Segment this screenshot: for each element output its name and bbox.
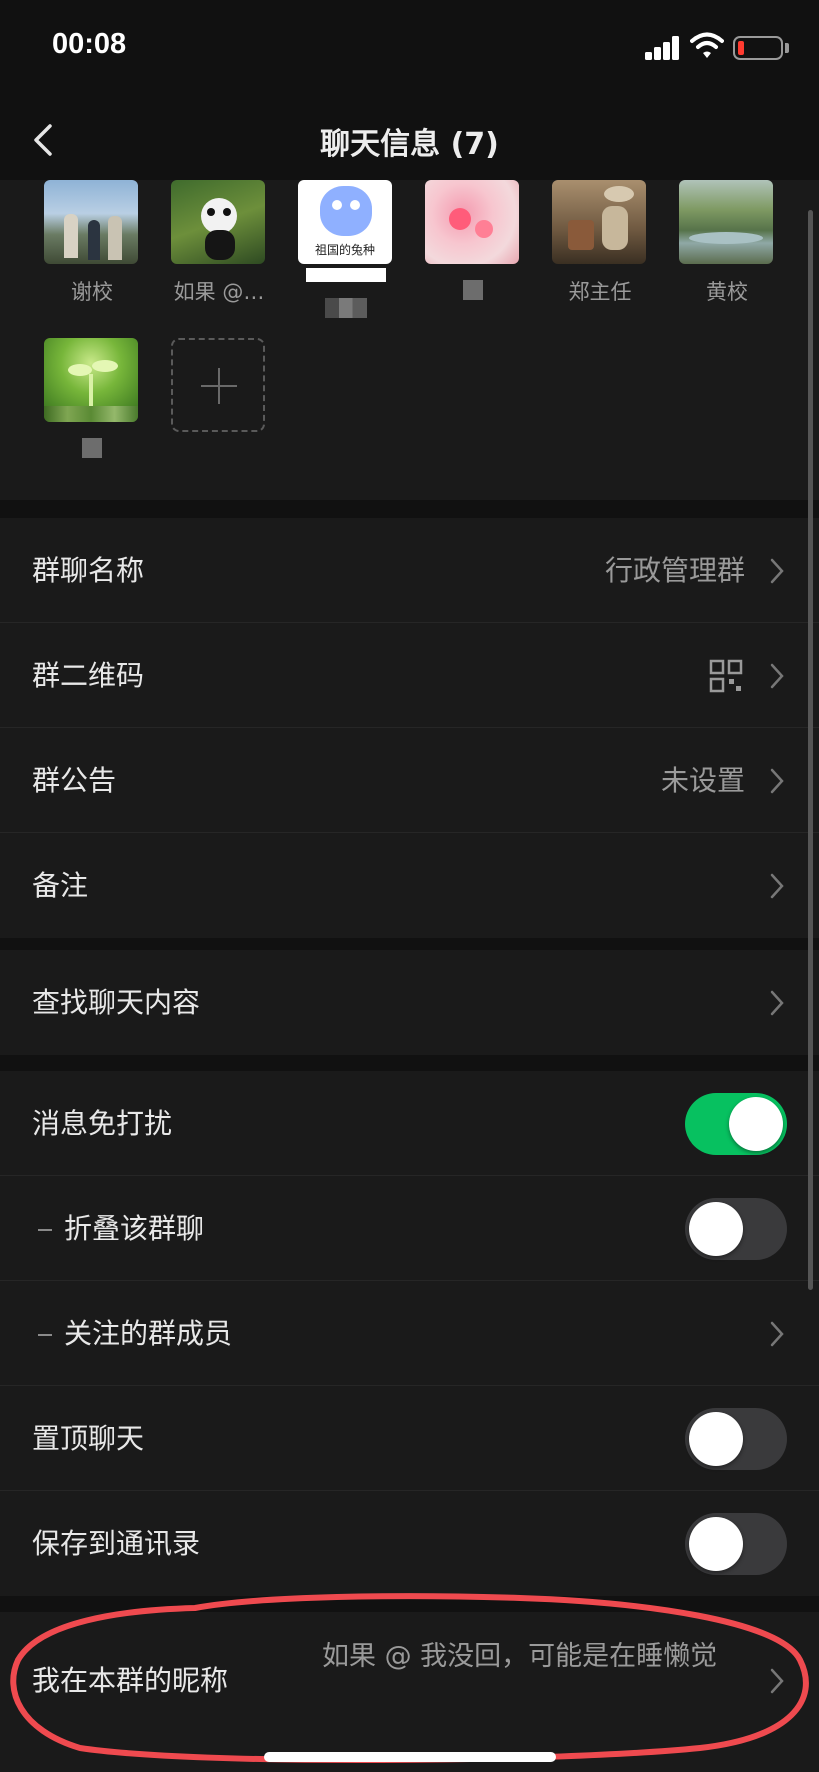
scrollbar[interactable] [808,210,813,1290]
battery-cap [785,43,789,53]
nav-bar: 聊天信息 (7) [0,100,819,180]
member-avatar [679,180,773,264]
member-grid: 谢校 如果 @… 祖国的兔种 郑主任 黄校 [0,180,819,500]
chevron-right-icon [770,1321,784,1347]
wifi-icon [690,32,724,58]
redaction-block [306,268,386,282]
status-time: 00:08 [52,28,127,60]
mute-label: 消息免打扰 [32,1107,173,1140]
group-name-value: 行政管理群 [604,554,745,587]
group-qr-row[interactable]: 群二维码 [0,623,819,728]
group-qr-label: 群二维码 [32,659,145,692]
chevron-right-icon [770,768,784,794]
pin-toggle[interactable] [685,1408,787,1470]
name-redacted-mosaic [463,280,483,300]
search-section: 查找聊天内容 [0,950,819,1055]
member-name: 郑主任 [568,280,632,304]
group-name-row[interactable]: 群聊名称 行政管理群 [0,518,819,623]
followed-members-row[interactable]: 关注的群成员 [0,1281,819,1386]
cellular-signal-icon [645,36,681,60]
search-chat-row[interactable]: 查找聊天内容 [0,950,819,1055]
announcement-label: 群公告 [32,764,117,797]
add-member-button[interactable] [171,338,267,432]
name-redacted-mosaic [82,438,102,458]
tree-dash [38,1334,52,1336]
followed-members-label: 关注的群成员 [38,1281,232,1386]
save-contacts-toggle[interactable] [685,1513,787,1575]
tree-dash [38,1229,52,1231]
battery-icon [733,36,783,60]
member-item[interactable]: 郑主任 [552,180,648,306]
member-avatar [171,180,265,264]
member-item[interactable]: 谢校 [44,180,140,306]
nickname-section: 我在本群的昵称 如果 @ 我没回，可能是在睡懒觉 [0,1612,819,1772]
chevron-right-icon [770,1668,784,1694]
chat-info-screen: 00:08 聊天信息 (7) 谢校 如果 @… 祖国的兔种 郑主任 黄校 群聊名… [0,0,819,1772]
remark-row[interactable]: 备注 [0,833,819,938]
member-item[interactable]: 如果 @… [171,180,267,306]
member-name: 谢校 [71,280,113,304]
member-avatar [425,180,519,264]
member-item[interactable] [44,338,140,458]
group-name-label: 群聊名称 [32,554,145,587]
announcement-value: 未设置 [660,764,745,797]
chevron-right-icon [770,873,784,899]
page-title: 聊天信息 (7) [320,127,499,162]
my-nickname-label: 我在本群的昵称 [32,1664,229,1697]
avatar-caption: 祖国的兔种 [314,243,375,257]
member-avatar [44,180,138,264]
mute-row: 消息免打扰 [0,1071,819,1176]
search-chat-label: 查找聊天内容 [32,986,201,1019]
save-contacts-label: 保存到通讯录 [32,1527,201,1560]
fold-label: 折叠该群聊 [38,1176,204,1281]
my-nickname-value: 如果 @ 我没回，可能是在睡懒觉 [322,1641,718,1672]
member-item[interactable]: 祖国的兔种 [298,180,394,318]
member-name: 如果 @… [173,280,265,304]
fold-row: 折叠该群聊 [0,1176,819,1281]
member-item[interactable]: 黄校 [679,180,775,306]
chevron-right-icon [770,990,784,1016]
member-avatar: 祖国的兔种 [298,180,392,264]
home-indicator [264,1752,556,1762]
member-avatar [552,180,646,264]
fold-label-text: 折叠该群聊 [64,1212,205,1245]
member-name: 黄校 [706,280,748,304]
chevron-right-icon [770,663,784,689]
mute-toggle[interactable] [685,1093,787,1155]
announcement-row[interactable]: 群公告 未设置 [0,728,819,833]
member-item[interactable] [425,180,521,300]
notification-section: 消息免打扰 折叠该群聊 关注的群成员 置顶聊天 保存到通讯录 [0,1071,819,1596]
status-bar: 00:08 [0,0,819,100]
remark-label: 备注 [32,869,89,902]
save-contacts-row: 保存到通讯录 [0,1491,819,1596]
chevron-right-icon [770,558,784,584]
fold-toggle[interactable] [685,1198,787,1260]
followed-members-label-text: 关注的群成员 [64,1317,233,1350]
name-redacted-mosaic [325,298,367,318]
member-avatar [44,338,138,422]
pin-row: 置顶聊天 [0,1386,819,1491]
my-nickname-row[interactable]: 我在本群的昵称 如果 @ 我没回，可能是在睡懒觉 [0,1612,819,1750]
pin-label: 置顶聊天 [32,1422,145,1455]
group-settings-section: 群聊名称 行政管理群 群二维码 群公告 未设置 备注 [0,518,819,938]
qr-code-icon [709,659,743,693]
plus-icon [171,338,265,432]
